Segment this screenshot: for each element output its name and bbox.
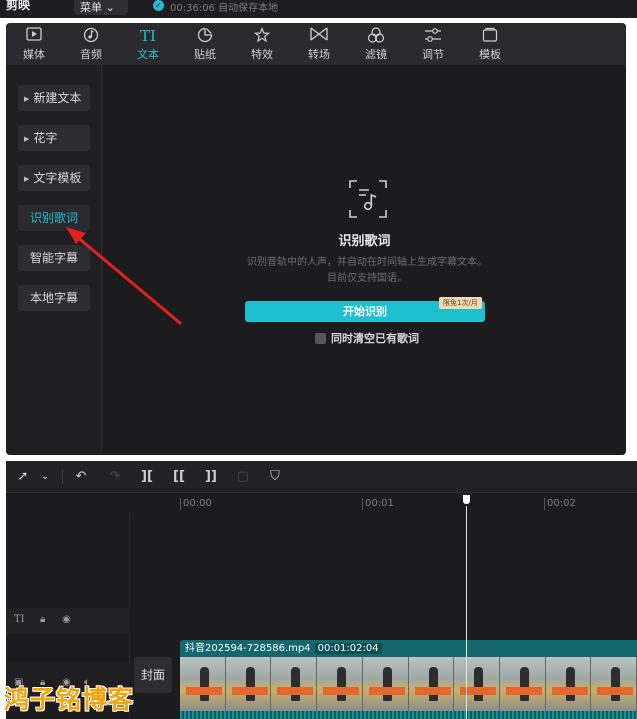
clear-lyrics-checkbox[interactable] — [315, 333, 326, 344]
template-icon — [465, 27, 515, 45]
ruler-tick: 00:00 — [180, 498, 212, 510]
sidebar-item-label: 花字 — [33, 131, 58, 145]
effects-icon — [237, 26, 287, 45]
lock-icon[interactable]: 🔒︎ — [40, 614, 45, 625]
clip-duration: 00:01:02:04 — [314, 643, 382, 654]
clip-frame — [362, 657, 409, 711]
tab-adjust[interactable]: 调节 — [408, 27, 458, 63]
lyrics-panel: 识别歌词 识别音轨中的人声，并自动在时间轴上生成字幕文本。目前仅支持国语。 开始… — [103, 65, 626, 455]
tab-transition-label: 转场 — [308, 48, 330, 61]
tab-effects[interactable]: 特效 — [237, 26, 287, 63]
clip-frame — [271, 657, 318, 711]
adjust-icon — [408, 27, 458, 45]
clip-name: 抖音202594-728586.mp4 — [185, 643, 311, 654]
delete-icon[interactable]: ▢ — [234, 468, 252, 486]
playhead-line[interactable] — [466, 493, 467, 719]
sidebar-item-recognize-lyrics[interactable]: 识别歌词 — [18, 205, 90, 231]
sidebar-item-label: 文字模板 — [33, 171, 82, 185]
top-toolbar: 媒体 音频 TI 文本 贴纸 特效 转场 滤镜 调节 模板 — [6, 23, 626, 65]
free-quota-badge: 限免1次/月 — [439, 297, 482, 309]
split-icon[interactable]: ][ — [138, 468, 156, 486]
tab-text-label: 文本 — [137, 48, 159, 61]
sidebar-item-label: 智能字幕 — [29, 251, 78, 265]
main-panel: 媒体 音频 TI 文本 贴纸 特效 转场 滤镜 调节 模板 ▶ 新建文本 ▶ 花… — [6, 23, 626, 455]
tab-adjust-label: 调节 — [422, 48, 444, 61]
clip-thumbnails — [180, 657, 637, 711]
media-icon — [9, 27, 59, 45]
clear-lyrics-label: 同时清空已有歌词 — [331, 332, 419, 345]
chevron-down-icon: ⌄ — [105, 1, 115, 14]
eye-icon[interactable]: ◉ — [62, 614, 71, 625]
text-icon: TI — [140, 27, 156, 45]
marker-icon[interactable]: ⛉ — [266, 468, 284, 486]
time-ruler[interactable]: 00:00 00:01 00:02 — [180, 493, 637, 513]
clip-frame — [499, 657, 546, 711]
tab-text[interactable]: TI 文本 — [123, 27, 173, 63]
filter-icon — [351, 27, 401, 45]
clip-frame — [225, 657, 272, 711]
clip-frame — [408, 657, 455, 711]
audio-icon — [66, 27, 116, 45]
clear-lyrics-option[interactable]: 同时清空已有歌词 — [315, 330, 419, 346]
clip-frame — [317, 657, 363, 711]
tab-effects-label: 特效 — [251, 48, 273, 61]
clip-frame — [591, 657, 637, 711]
audio-waveform — [180, 711, 637, 719]
tab-sticker-label: 贴纸 — [194, 48, 216, 61]
sidebar-item-text-template[interactable]: ▶ 文字模板 — [18, 165, 90, 191]
check-icon: ✓ — [153, 0, 164, 11]
tab-filter-label: 滤镜 — [365, 48, 387, 61]
trim-right-icon[interactable]: ]] — [202, 468, 220, 486]
video-clip[interactable]: 抖音202594-728586.mp4 00:01:02:04 — [180, 640, 637, 719]
save-status: 00:36:06 自动保存本地 — [170, 3, 279, 14]
tab-media-label: 媒体 — [23, 48, 45, 61]
text-track-header: TI 🔒︎ ◉ — [6, 608, 130, 634]
tab-template[interactable]: 模板 — [465, 27, 515, 63]
caret-right-icon: ▶ — [24, 175, 30, 183]
sticker-icon — [180, 27, 230, 45]
clip-frame — [545, 657, 592, 711]
trim-left-icon[interactable]: [[ — [170, 468, 188, 486]
clip-frame — [454, 657, 500, 711]
ruler-tick: 00:02 — [544, 498, 576, 510]
sidebar-item-local-captions[interactable]: 本地字幕 — [18, 285, 90, 311]
select-cursor-icon[interactable]: ➚ — [14, 468, 32, 486]
clip-header: 抖音202594-728586.mp4 00:01:02:04 — [180, 640, 637, 657]
chevron-down-icon[interactable]: ⌄ — [36, 468, 54, 486]
lyrics-recognition-icon — [349, 180, 387, 218]
sidebar-item-new-text[interactable]: ▶ 新建文本 — [18, 85, 90, 111]
caret-right-icon: ▶ — [24, 95, 30, 103]
tab-audio-label: 音频 — [80, 48, 102, 61]
ruler-tick: 00:01 — [362, 498, 394, 510]
watermark: 鸿子铭博客 — [4, 685, 135, 714]
menu-button[interactable]: 菜单 ⌄ — [74, 0, 128, 15]
tab-media[interactable]: 媒体 — [9, 27, 59, 63]
panel-title: 识别歌词 — [338, 234, 391, 249]
sidebar-item-label: 新建文本 — [33, 91, 82, 105]
toolbar-divider — [62, 470, 63, 484]
tab-sticker[interactable]: 贴纸 — [180, 27, 230, 63]
clip-frame — [180, 657, 226, 711]
text-track-icon: TI — [14, 614, 25, 625]
tab-transition[interactable]: 转场 — [294, 27, 344, 63]
sidebar-item-label: 识别歌词 — [29, 211, 78, 225]
menu-label: 菜单 — [80, 1, 102, 14]
undo-icon[interactable]: ↶ — [72, 468, 90, 486]
playhead-handle[interactable] — [461, 493, 472, 506]
sidebar-item-auto-captions[interactable]: 智能字幕 — [18, 245, 90, 271]
redo-icon[interactable]: ↷ — [106, 468, 124, 486]
tab-audio[interactable]: 音频 — [66, 27, 116, 63]
text-sidebar: ▶ 新建文本 ▶ 花字 ▶ 文字模板 识别歌词 智能字幕 本地字幕 — [6, 65, 102, 455]
transition-icon — [294, 27, 344, 45]
tab-template-label: 模板 — [479, 48, 501, 61]
title-bar: 剪映 菜单 ⌄ ✓ 00:36:06 自动保存本地 — [0, 0, 637, 18]
tab-filter[interactable]: 滤镜 — [351, 27, 401, 63]
caret-right-icon: ▶ — [24, 135, 30, 143]
sidebar-item-label: 本地字幕 — [29, 291, 78, 305]
app-logo: 剪映 — [6, 0, 31, 12]
panel-description: 识别音轨中的人声，并自动在时间轴上生成字幕文本。目前仅支持国语。 — [247, 257, 487, 284]
timeline-toolbar: ➚ ⌄ ↶ ↷ ][ [[ ]] ▢ ⛉ — [6, 461, 637, 493]
sidebar-item-fancy-text[interactable]: ▶ 花字 — [18, 125, 90, 151]
cover-button[interactable]: 封面 — [134, 657, 172, 693]
